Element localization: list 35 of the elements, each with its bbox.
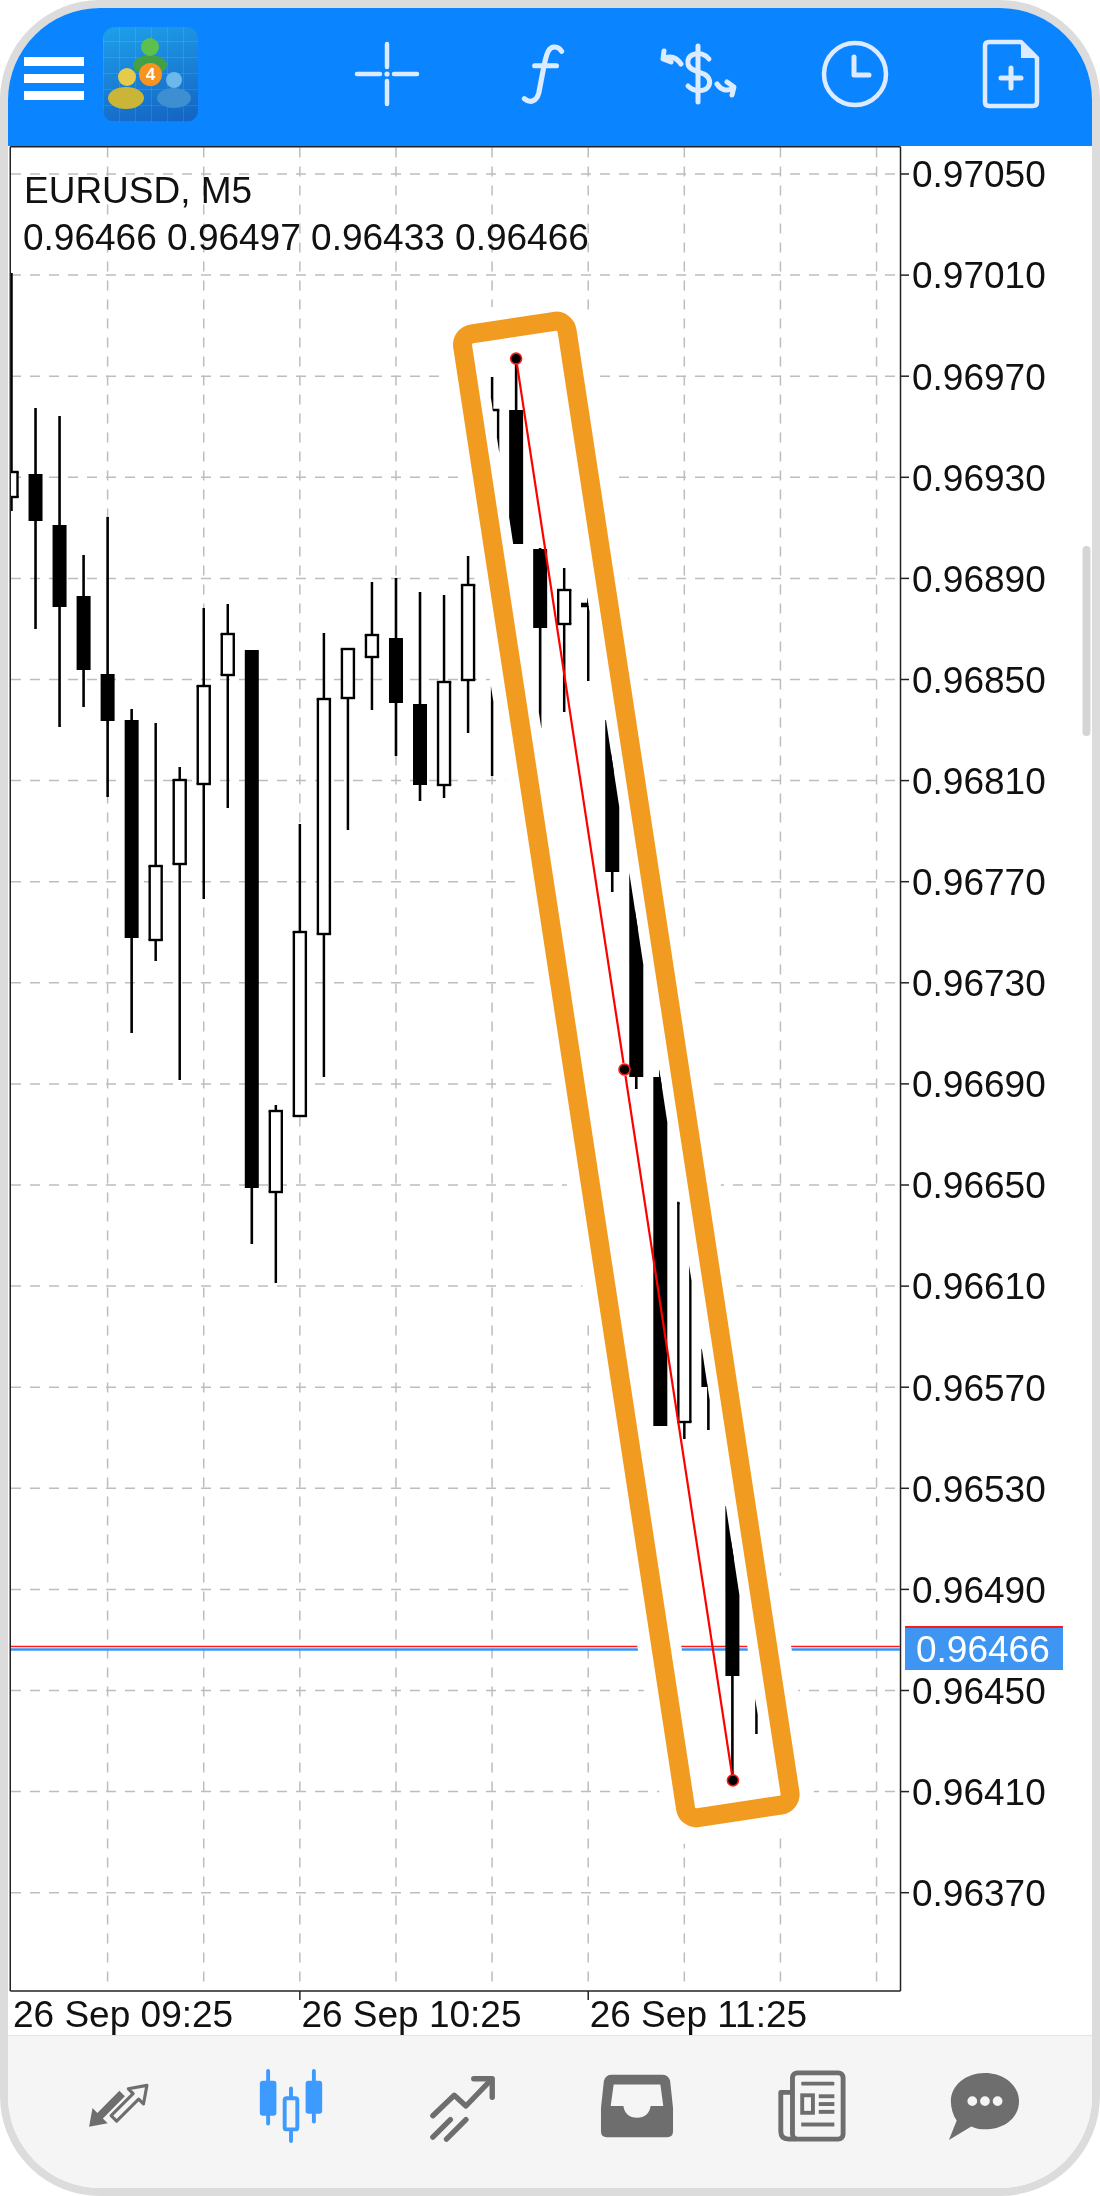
handle-dot-icon[interactable] (509, 352, 523, 365)
trend-line[interactable] (516, 364, 733, 1775)
price-axis-label: 0.96690 (912, 1064, 1046, 1106)
price-axis-label: 0.96450 (912, 1670, 1046, 1712)
time-axis-label: 26 Sep 09:25 (13, 1994, 234, 2035)
function-icon[interactable] (520, 42, 566, 106)
price-axis-label: 0.96890 (912, 558, 1046, 600)
current-price-label: 0.96466 (905, 1626, 1063, 1670)
clock-icon[interactable] (821, 40, 889, 108)
price-axis-label: 0.97050 (912, 154, 1046, 196)
crosshair-icon[interactable] (354, 41, 420, 107)
price-axis-label: 0.96530 (912, 1468, 1046, 1510)
price-axis-label: 0.96370 (912, 1873, 1046, 1914)
price-axis-label: 0.97010 (912, 255, 1046, 297)
price-axis-label: 0.96810 (912, 760, 1046, 802)
people-icon (108, 35, 192, 110)
price-axis-label: 0.96730 (912, 963, 1046, 1005)
chart-symbol-label: EURUSD, M5 (24, 170, 253, 211)
price-axis-label: 0.96610 (912, 1266, 1046, 1308)
handle-dot-icon[interactable] (726, 1774, 740, 1787)
price-axis-label: 0.96930 (912, 457, 1046, 499)
price-axis-label: 0.96850 (912, 659, 1046, 701)
price-axis-label: 0.96770 (912, 862, 1046, 903)
ohlc-values: 0.96466 0.96497 0.96433 0.96466 (23, 217, 589, 258)
price-axis-label: 0.96490 (912, 1569, 1046, 1611)
menu-icon[interactable] (24, 57, 84, 100)
time-axis-label: 26 Sep 11:25 (589, 1994, 808, 2035)
price-axis-label: 0.96410 (912, 1771, 1046, 1813)
price-axis-label: 0.96970 (912, 356, 1046, 398)
price-axis-label: 0.96650 (912, 1165, 1046, 1207)
document-plus-icon[interactable] (982, 39, 1040, 109)
handle-dot-icon[interactable] (618, 1063, 631, 1076)
candlestick (755, 1698, 758, 1734)
price-axis-label: 0.96570 (912, 1367, 1046, 1409)
time-axis-label: 26 Sep 10:25 (301, 1994, 522, 2035)
